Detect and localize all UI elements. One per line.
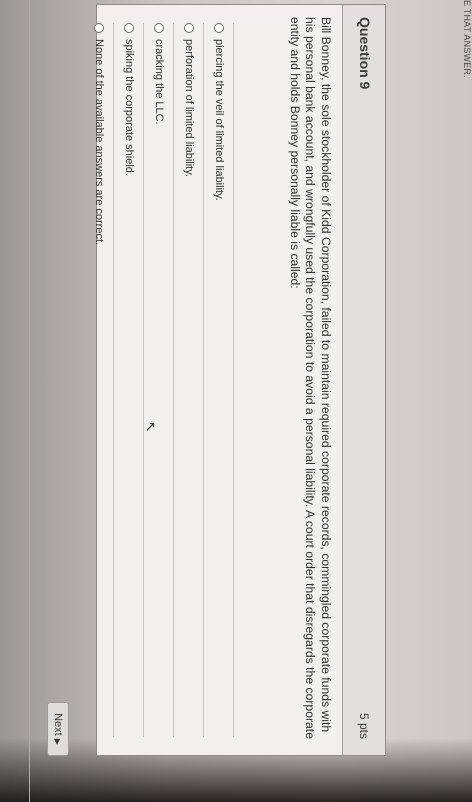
- answer-option-5[interactable]: None of the available answers are correc…: [87, 23, 111, 723]
- radio-button-icon[interactable]: [184, 23, 194, 33]
- mouse-pointer-icon: ↖: [143, 421, 159, 433]
- arrow-right-icon: ▶: [53, 738, 63, 745]
- next-button-label: Next: [52, 713, 64, 736]
- answer-divider: [173, 23, 174, 737]
- answer-label: piercing the veil of limited liability.: [213, 39, 225, 201]
- question-points: 5 pts: [357, 712, 371, 739]
- answer-label: spiking the corporate shield.: [123, 39, 135, 176]
- question-card: Question 9 5 pts Bill Bonney, the sole s…: [93, 4, 386, 756]
- footer-divider: [29, 0, 30, 802]
- answer-option-2[interactable]: perforation of limited liability.: [177, 23, 201, 723]
- answer-divider: [233, 23, 234, 737]
- answer-label: cracking the LLC.: [153, 39, 165, 125]
- radio-button-icon[interactable]: [94, 23, 104, 33]
- answer-divider: [143, 23, 144, 737]
- radio-button-icon[interactable]: [214, 23, 224, 33]
- question-text: Bill Bonney, the sole stockholder of Kid…: [288, 17, 333, 739]
- next-button[interactable]: Next ▶: [47, 702, 69, 756]
- radio-button-icon[interactable]: [124, 23, 134, 33]
- question-header: Question 9 5 pts: [342, 5, 385, 755]
- top-strip-text: E THAT ANSWER.: [462, 0, 472, 78]
- quiz-screen: E THAT ANSWER. Question 9 5 pts Bill Bon…: [0, 0, 472, 802]
- answer-label: perforation of limited liability.: [183, 39, 195, 177]
- answer-option-1[interactable]: piercing the veil of limited liability.: [207, 23, 231, 723]
- answer-label: None of the available answers are correc…: [93, 39, 105, 246]
- answer-option-4[interactable]: spiking the corporate shield.: [117, 23, 141, 723]
- answer-divider: [203, 23, 204, 737]
- answer-divider: [113, 23, 114, 737]
- answer-option-3[interactable]: cracking the LLC.: [147, 23, 171, 723]
- question-title: Question 9: [357, 17, 373, 90]
- radio-button-icon[interactable]: [154, 23, 164, 33]
